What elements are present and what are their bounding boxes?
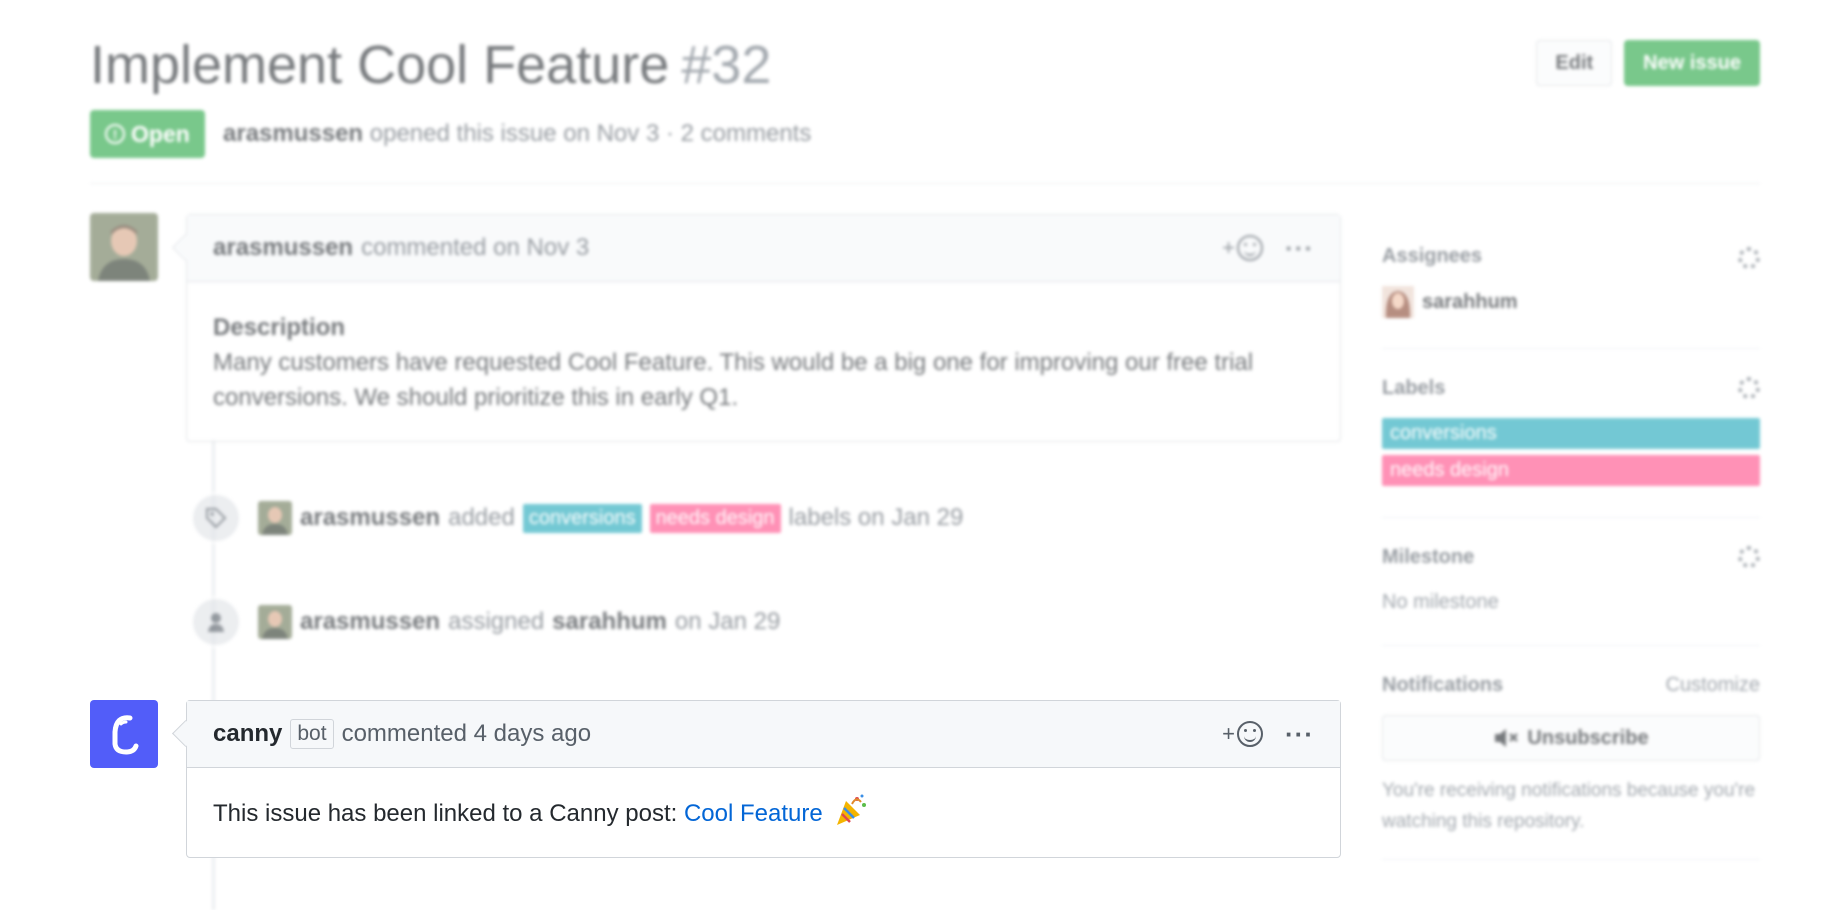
label-needs-design[interactable]: needs design: [649, 503, 781, 533]
milestone-value: No milestone: [1382, 591, 1499, 613]
add-reaction-button[interactable]: +: [1222, 721, 1264, 747]
tag-icon: [190, 492, 242, 544]
avatar[interactable]: [258, 605, 292, 639]
assignee-item[interactable]: sarahhum: [1382, 286, 1760, 318]
gear-icon[interactable]: [1738, 377, 1760, 399]
assignees-heading: Assignees: [1382, 245, 1483, 267]
canny-logo-icon[interactable]: [90, 700, 158, 768]
timeline-event-assigned: arasmussen assigned sarahhum on Jan 29: [190, 596, 781, 648]
milestone-heading: Milestone: [1382, 546, 1475, 568]
sidebar-labels: Labels conversions needs design: [1382, 349, 1760, 518]
issue-state-badge: ! Open: [90, 110, 205, 158]
sidebar-label-conversions[interactable]: conversions: [1382, 418, 1760, 449]
issue-opened-text: opened this issue on Nov 3 · 2 comments: [369, 120, 812, 147]
event-action: added: [448, 504, 515, 531]
kebab-icon[interactable]: ···: [1285, 721, 1314, 747]
info-circle-icon: !: [105, 124, 125, 144]
event-actor[interactable]: arasmussen: [300, 504, 440, 532]
assignee-name: sarahhum: [1422, 290, 1518, 313]
sidebar-milestone: Milestone No milestone: [1382, 518, 1760, 646]
smiley-icon: [1237, 235, 1264, 261]
gear-icon[interactable]: [1738, 247, 1760, 269]
sidebar-notifications: Notifications Customize Unsubscribe You'…: [1382, 646, 1760, 860]
event-action: assigned: [448, 608, 545, 635]
mute-icon: [1495, 729, 1519, 747]
label-conversions[interactable]: conversions: [522, 503, 642, 533]
labels-heading: Labels: [1382, 377, 1446, 399]
description-text: Many customers have requested Cool Featu…: [213, 349, 1254, 411]
comment-actions: + ···: [1222, 215, 1314, 281]
add-reaction-button[interactable]: +: [1222, 235, 1264, 261]
comment-body: Description Many customers have requeste…: [187, 282, 1340, 443]
issue-number: #32: [681, 35, 772, 95]
sidebar-label-needs-design[interactable]: needs design: [1382, 455, 1760, 486]
issue-author-link[interactable]: arasmussen: [223, 120, 363, 147]
comment-time[interactable]: commented on Nov 3: [361, 234, 589, 262]
notifications-note: You're receiving notifications because y…: [1382, 780, 1756, 832]
comment-header: arasmussen commented on Nov 3 + ···: [187, 215, 1340, 282]
issue-state-label: Open: [131, 120, 190, 147]
avatar[interactable]: [90, 213, 158, 281]
event-actor[interactable]: arasmussen: [300, 608, 440, 636]
event-target-user[interactable]: sarahhum: [552, 608, 667, 636]
unsubscribe-label: Unsubscribe: [1527, 726, 1649, 749]
issue-title: Implement Cool Feature #32: [90, 30, 771, 100]
comment-actions: + ···: [1222, 701, 1314, 767]
customize-link[interactable]: Customize: [1666, 674, 1760, 697]
smiley-icon: [1237, 721, 1264, 747]
party-popper-icon: [833, 792, 869, 828]
new-issue-button[interactable]: New issue: [1624, 40, 1760, 86]
comment-arasmussen: arasmussen commented on Nov 3 + ··· Desc…: [172, 214, 1341, 443]
person-icon: [190, 596, 242, 648]
description-heading: Description: [213, 314, 346, 341]
event-suffix: labels on Jan 29: [788, 504, 964, 531]
issue-header: Implement Cool Feature #32 ! Open arasmus…: [90, 30, 1760, 180]
avatar-arasmussen: [90, 213, 158, 281]
timeline-event-labels: arasmussen added conversions needs desig…: [190, 492, 964, 544]
header-actions: Edit New issue: [1536, 40, 1760, 86]
kebab-icon[interactable]: ···: [1285, 235, 1314, 261]
canny-post-link[interactable]: Cool Feature: [684, 800, 823, 827]
sidebar-assignees: Assignees sarahhum: [1382, 220, 1760, 349]
comment-header: canny bot commented 4 days ago + ···: [187, 701, 1340, 768]
issue-title-text: Implement Cool Feature: [90, 35, 670, 95]
issue-sidebar: Assignees sarahhum Labels conversions ne…: [1382, 220, 1760, 860]
event-suffix: on Jan 29: [674, 608, 781, 635]
unsubscribe-button[interactable]: Unsubscribe: [1382, 715, 1760, 761]
issue-meta: arasmussen opened this issue on Nov 3 · …: [223, 120, 811, 148]
bot-badge: bot: [290, 719, 334, 749]
comment-text: This issue has been linked to a Canny po…: [213, 800, 684, 827]
header-divider: [90, 183, 1760, 184]
comment-time[interactable]: commented 4 days ago: [342, 720, 591, 748]
comment-author[interactable]: arasmussen: [213, 234, 353, 262]
comment-author[interactable]: canny: [213, 720, 282, 748]
avatar: [1382, 286, 1414, 318]
gear-icon[interactable]: [1738, 546, 1760, 568]
comment-body: This issue has been linked to a Canny po…: [187, 768, 1340, 859]
comment-canny: canny bot commented 4 days ago + ··· Thi…: [172, 700, 1341, 859]
edit-button[interactable]: Edit: [1536, 40, 1613, 86]
avatar[interactable]: [258, 501, 292, 535]
